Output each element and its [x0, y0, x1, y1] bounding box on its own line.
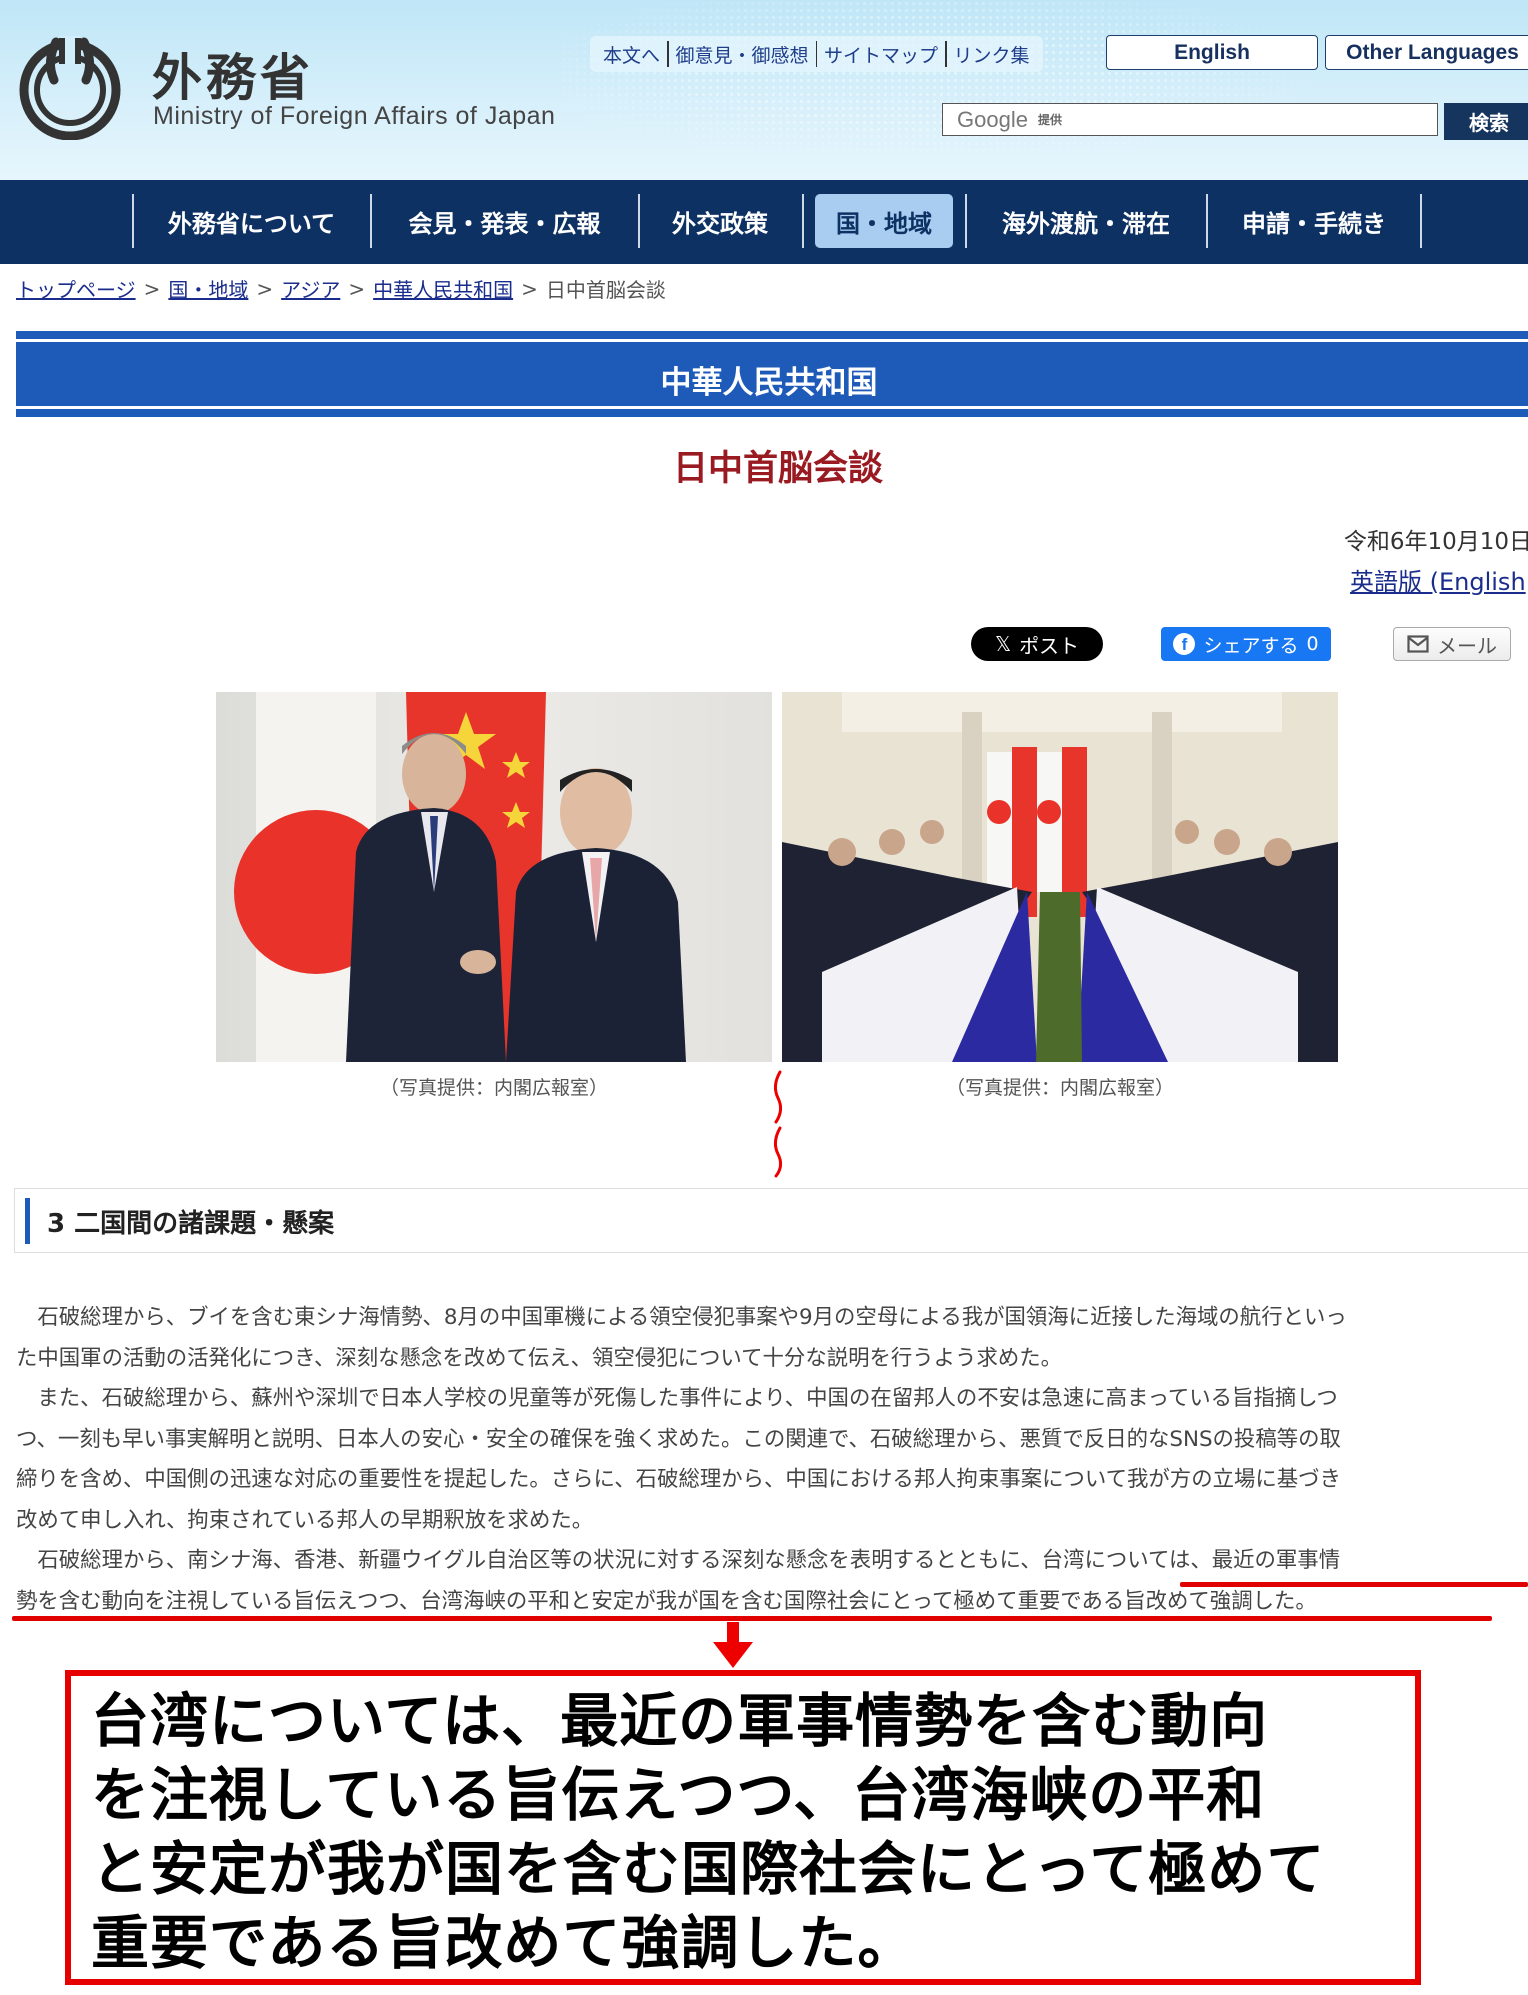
section-title-text: 二国間の諸課題・懸案 [74, 1209, 335, 1239]
quote-line: 重要である旨改めて強調した。 [91, 1909, 917, 1977]
search-placeholder-brand: Google [957, 106, 1028, 132]
quote-line: 台湾については、最近の軍事情勢を含む動向 [91, 1687, 1269, 1755]
publish-date: 令和6年10月10日 [1343, 529, 1528, 555]
highlight-quote-text: 台湾については、最近の軍事情勢を含む動向 を注視している旨伝えつつ、台湾海峡の平… [91, 1684, 1325, 1980]
english-button[interactable]: English [1106, 35, 1318, 70]
photo-meeting[interactable] [782, 692, 1338, 1062]
search-button[interactable]: 検索 [1444, 103, 1528, 140]
section-body: 石破総理から、ブイを含む東シナ海情勢、8月の中国軍機による領空侵犯事案や9月の空… [16, 1298, 1528, 1622]
breadcrumb: トップページ > 国・地域 > アジア > 中華人民共和国 > 日中首脳会談 [16, 274, 666, 303]
body-line: 石破総理から、ブイを含む東シナ海情勢、8月の中国軍機による領空侵犯事案や9月の空… [16, 1305, 1347, 1330]
facebook-icon: f [1173, 633, 1196, 655]
section-title: 3 二国間の諸課題・懸案 [47, 1203, 334, 1240]
body-line: つ、一刻も早い事実解明と説明、日本人の安心・安全の確保を強く求めた。この関連で、… [16, 1426, 1341, 1452]
country-title: 中華人民共和国 [660, 365, 878, 401]
utility-links: 本文へ 御意見・御感想 サイトマップ リンク集 [590, 36, 1043, 72]
nav-item-press[interactable]: 会見・発表・広報 [372, 194, 637, 248]
nav-item-about[interactable]: 外務省について [134, 194, 369, 248]
mail-share-button[interactable]: メール [1393, 627, 1511, 661]
world-map-pattern [560, 0, 1460, 180]
site-header: 外務省 Ministry of Foreign Affairs of Japan… [0, 0, 1528, 180]
handshake-photo-image [234, 692, 686, 1062]
x-post-button[interactable]: 𝕏 ポスト [971, 627, 1103, 661]
other-languages-button[interactable]: Other Languages [1325, 35, 1528, 70]
page-title: 日中首脳会談 [672, 449, 883, 489]
breadcrumb-separator: > [521, 276, 538, 301]
down-arrow-icon [713, 1622, 753, 1668]
search-placeholder-suffix: 提供 [1037, 113, 1062, 127]
quote-line: を注視している旨伝えつつ、台湾海峡の平和 [91, 1761, 1266, 1829]
photo-caption: （写真提供：内閣広報室） [946, 1077, 1175, 1099]
omission-mark-icon [773, 1070, 783, 1178]
body-line: 締りを含め、中国側の迅速な対応の重要性を提起した。さらに、石破総理から、中国にお… [16, 1467, 1341, 1492]
nav-item-policy[interactable]: 外交政策 [640, 194, 800, 248]
breadcrumb-link-china[interactable]: 中華人民共和国 [373, 274, 513, 303]
x-logo-icon: 𝕏 [994, 632, 1012, 656]
section-accent-bar [25, 1198, 30, 1244]
breadcrumb-separator: > [143, 276, 161, 301]
facebook-share-count: 0 [1306, 633, 1319, 655]
section-heading: 3 二国間の諸課題・懸案 [14, 1188, 1528, 1253]
nav-divider [802, 194, 804, 248]
section-number: 3 [47, 1209, 66, 1239]
global-nav: 外務省について 会見・発表・広報 外交政策 国・地域 海外渡航・滞在 申請・手続… [0, 180, 1528, 264]
breadcrumb-separator: > [348, 276, 366, 301]
org-name-ja[interactable]: 外務省 [152, 38, 314, 110]
link-links[interactable]: リンク集 [947, 41, 1037, 68]
nav-item-applications[interactable]: 申請・手続き [1208, 194, 1420, 248]
quote-line: と安定が我が国を含む国際社会にとって極めて [91, 1835, 1326, 1903]
facebook-share-button[interactable]: f シェアする 0 [1161, 627, 1331, 661]
highlight-underline [1180, 1582, 1528, 1587]
mail-label: メール [1437, 633, 1497, 658]
body-line: また、石破総理から、蘇州や深圳で日本人学校の児童等が死傷した事件により、中国の在… [16, 1386, 1338, 1411]
nav-divider [1420, 194, 1422, 248]
search-input[interactable]: Google 提供 [942, 103, 1438, 136]
mail-icon [1407, 635, 1429, 653]
highlight-underline [12, 1616, 1492, 1621]
nav-item-regions[interactable]: 国・地域 [815, 194, 953, 248]
breadcrumb-link-top[interactable]: トップページ [16, 274, 136, 303]
body-line: た中国軍の活動の活発化につき、深刻な懸念を改めて伝え、領空侵犯について十分な説明… [16, 1345, 1063, 1371]
link-feedback[interactable]: 御意見・御感想 [669, 41, 816, 68]
facebook-share-label: シェアする [1203, 634, 1299, 657]
breadcrumb-separator: > [256, 276, 274, 301]
highlight-quote-box: 台湾については、最近の軍事情勢を含む動向 を注視している旨伝えつつ、台湾海峡の平… [65, 1670, 1421, 1985]
body-line: 改めて申し入れ、拘束されている邦人の早期釈放を求めた。 [16, 1507, 594, 1533]
body-line: 石破総理から、南シナ海、香港、新疆ウイグル自治区等の状況に対する深刻な懸念を表明… [16, 1548, 1341, 1573]
country-banner: 中華人民共和国 [16, 331, 1528, 417]
x-post-label: ポスト [1019, 633, 1080, 658]
breadcrumb-link-regions[interactable]: 国・地域 [168, 274, 248, 303]
link-skip-to-content[interactable]: 本文へ [596, 41, 667, 68]
nav-item-travel[interactable]: 海外渡航・滞在 [967, 194, 1205, 248]
breadcrumb-current: 日中首脳会談 [545, 278, 666, 302]
link-sitemap[interactable]: サイトマップ [817, 41, 945, 68]
photo-caption: （写真提供：内閣広報室） [380, 1077, 609, 1099]
meeting-photo-image [782, 692, 1338, 1062]
photo-handshake[interactable] [216, 692, 772, 1062]
breadcrumb-link-asia[interactable]: アジア [281, 274, 340, 303]
org-name-en[interactable]: Ministry of Foreign Affairs of Japan [153, 102, 555, 131]
english-version-link[interactable]: 英語版 (English [1350, 562, 1526, 597]
mofa-logo-icon[interactable] [16, 32, 124, 140]
